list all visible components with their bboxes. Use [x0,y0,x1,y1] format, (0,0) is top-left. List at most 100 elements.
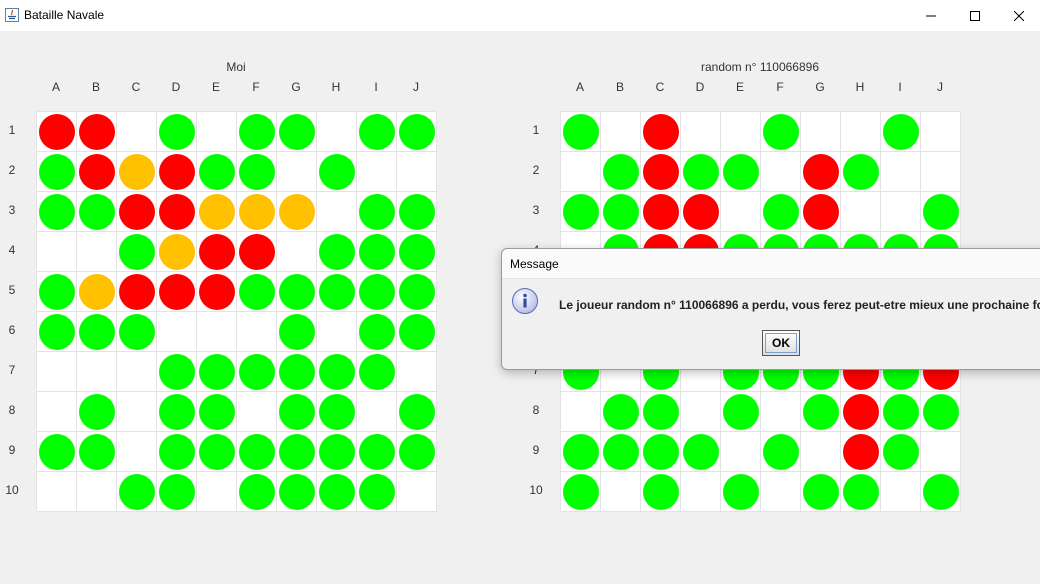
grid-cell[interactable] [117,152,157,192]
grid-cell[interactable] [317,312,357,352]
grid-cell[interactable] [77,432,117,472]
grid-cell[interactable] [881,192,921,232]
grid-cell[interactable] [641,432,681,472]
grid-cell[interactable] [921,192,961,232]
maximize-button[interactable] [952,0,998,31]
grid-cell[interactable] [77,232,117,272]
grid-cell[interactable] [157,152,197,192]
grid-cell[interactable] [197,472,237,512]
grid-cell[interactable] [721,112,761,152]
grid-cell[interactable] [37,272,77,312]
grid-cell[interactable] [721,152,761,192]
grid-cell[interactable] [77,312,117,352]
grid-cell[interactable] [721,472,761,512]
grid-cell[interactable] [37,312,77,352]
grid-cell[interactable] [317,392,357,432]
grid-cell[interactable] [157,272,197,312]
grid-cell[interactable] [641,112,681,152]
grid-cell[interactable] [841,432,881,472]
grid-cell[interactable] [357,272,397,312]
grid-cell[interactable] [721,192,761,232]
grid-cell[interactable] [37,432,77,472]
grid-cell[interactable] [37,232,77,272]
grid-cell[interactable] [277,432,317,472]
grid-cell[interactable] [561,192,601,232]
grid-cell[interactable] [277,232,317,272]
grid-cell[interactable] [157,112,197,152]
minimize-button[interactable] [908,0,954,31]
grid-cell[interactable] [357,352,397,392]
grid-cell[interactable] [561,152,601,192]
grid-cell[interactable] [117,432,157,472]
grid-cell[interactable] [37,112,77,152]
grid-cell[interactable] [801,432,841,472]
grid-cell[interactable] [237,392,277,432]
grid-cell[interactable] [317,152,357,192]
grid-cell[interactable] [397,272,437,312]
grid-cell[interactable] [277,392,317,432]
ok-button[interactable]: OK [762,330,800,356]
grid-cell[interactable] [277,112,317,152]
grid-cell[interactable] [277,192,317,232]
grid-cell[interactable] [277,472,317,512]
grid-cell[interactable] [357,152,397,192]
grid-cell[interactable] [197,392,237,432]
grid-cell[interactable] [881,112,921,152]
grid-cell[interactable] [317,432,357,472]
grid-cell[interactable] [237,472,277,512]
grid-cell[interactable] [157,352,197,392]
grid-cell[interactable] [197,352,237,392]
grid-cell[interactable] [397,352,437,392]
grid-cell[interactable] [197,112,237,152]
grid-cell[interactable] [801,392,841,432]
grid-cell[interactable] [237,112,277,152]
grid-cell[interactable] [841,392,881,432]
grid-cell[interactable] [77,272,117,312]
grid-cell[interactable] [601,112,641,152]
grid-cell[interactable] [601,192,641,232]
grid-cell[interactable] [881,432,921,472]
grid-cell[interactable] [237,272,277,312]
grid-cell[interactable] [317,272,357,312]
grid-cell[interactable] [117,112,157,152]
grid-cell[interactable] [561,432,601,472]
grid-cell[interactable] [921,112,961,152]
grid-cell[interactable] [317,232,357,272]
grid-cell[interactable] [37,192,77,232]
grid-cell[interactable] [197,152,237,192]
grid-cell[interactable] [601,152,641,192]
grid-cell[interactable] [197,232,237,272]
grid-cell[interactable] [37,392,77,432]
grid-cell[interactable] [761,152,801,192]
grid-cell[interactable] [77,112,117,152]
grid-cell[interactable] [157,232,197,272]
grid-cell[interactable] [841,152,881,192]
grid-cell[interactable] [357,432,397,472]
grid-cell[interactable] [197,192,237,232]
grid-cell[interactable] [681,152,721,192]
grid-cell[interactable] [357,112,397,152]
grid-cell[interactable] [357,312,397,352]
grid-cell[interactable] [237,432,277,472]
grid-cell[interactable] [681,432,721,472]
grid-cell[interactable] [157,192,197,232]
grid-cell[interactable] [117,392,157,432]
grid-cell[interactable] [357,192,397,232]
grid-cell[interactable] [317,192,357,232]
close-button[interactable] [996,0,1040,31]
grid-cell[interactable] [921,392,961,432]
grid-cell[interactable] [681,112,721,152]
grid-cell[interactable] [157,392,197,432]
grid-cell[interactable] [117,312,157,352]
grid-cell[interactable] [641,192,681,232]
grid-cell[interactable] [681,472,721,512]
grid-cell[interactable] [721,392,761,432]
grid-cell[interactable] [881,392,921,432]
grid-cell[interactable] [357,232,397,272]
grid-cell[interactable] [197,272,237,312]
grid-cell[interactable] [117,232,157,272]
grid-cell[interactable] [317,352,357,392]
grid-cell[interactable] [881,472,921,512]
grid-cell[interactable] [157,432,197,472]
grid-cell[interactable] [117,472,157,512]
